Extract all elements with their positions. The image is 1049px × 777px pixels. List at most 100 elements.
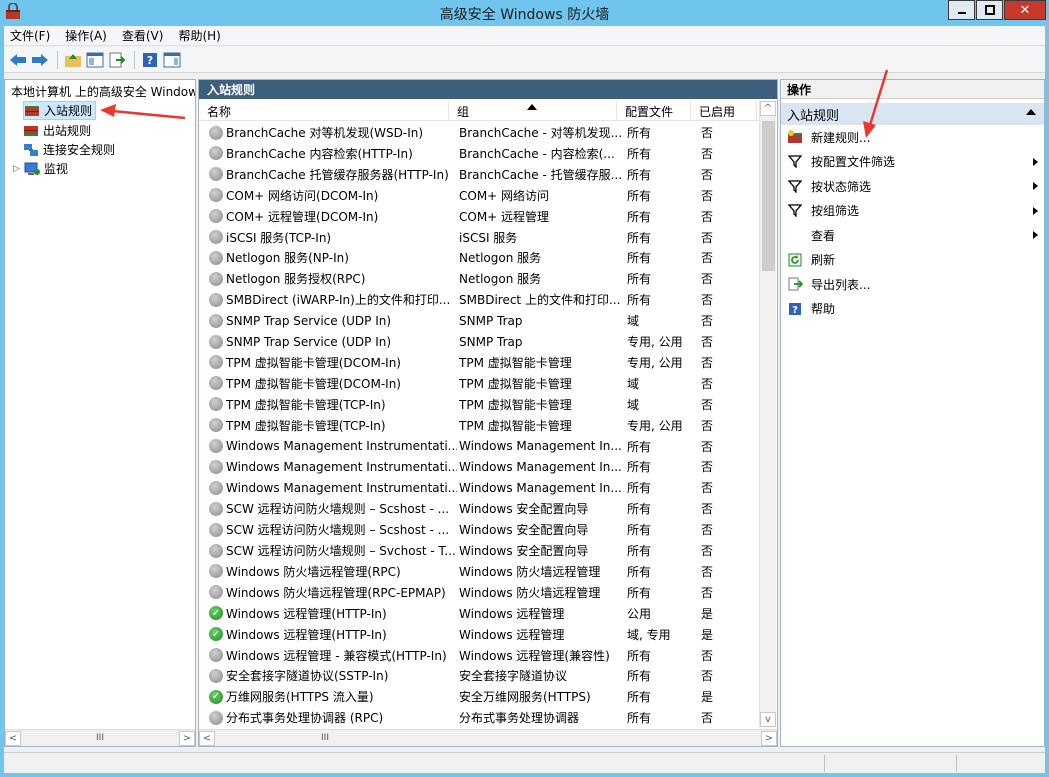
rule-name-cell: ✓ Windows 远程管理(HTTP-In) <box>209 624 457 645</box>
show-hide-action-pane-button[interactable] <box>162 50 182 70</box>
minimize-button[interactable] <box>948 0 975 20</box>
list-horizontal-scrollbar[interactable]: < III > <box>199 729 777 746</box>
tree-horizontal-scrollbar[interactable]: < III > <box>5 729 195 746</box>
table-row[interactable]: SNMP Trap Service (UDP In) SNMP Trap 域 否 <box>199 310 759 331</box>
rule-profile: 所有 <box>627 711 652 726</box>
scroll-thumb[interactable] <box>762 121 775 271</box>
maximize-button[interactable] <box>976 0 1003 20</box>
rule-name-cell: SCW 远程访问防火墙规则 – Scshost - ... <box>209 519 457 540</box>
scroll-left-button[interactable]: < <box>5 730 21 746</box>
table-row[interactable]: Windows Management Instrumentati... Windo… <box>199 436 759 457</box>
table-row[interactable]: Windows Management Instrumentati... Windo… <box>199 477 759 498</box>
menu-help[interactable]: 帮助(H) <box>178 27 220 44</box>
export-icon <box>109 52 126 67</box>
rule-enabled: 否 <box>701 439 714 454</box>
table-row[interactable]: SNMP Trap Service (UDP In) SNMP Trap 专用, 公… <box>199 331 759 352</box>
table-row[interactable]: BranchCache 对等机发现(WSD-In) BranchCache - 对… <box>199 122 759 143</box>
scroll-right-button[interactable]: > <box>761 730 777 746</box>
rule-group: Windows 远程管理(兼容性) <box>459 648 610 663</box>
table-row[interactable]: Windows Management Instrumentati... Windo… <box>199 456 759 477</box>
back-button[interactable] <box>8 50 28 70</box>
scroll-thumb[interactable]: III <box>21 733 179 743</box>
scroll-right-button[interactable]: > <box>179 730 195 746</box>
table-row[interactable]: iSCSI 服务(TCP-In) iSCSI 服务 所有 否 <box>199 227 759 248</box>
menu-action[interactable]: 操作(A) <box>65 27 107 44</box>
action-item[interactable]: 按状态筛选 <box>781 174 1044 199</box>
column-header-group[interactable]: 组 <box>449 101 617 121</box>
table-row[interactable]: SCW 远程访问防火墙规则 – Scshost - ... Windows 安全配… <box>199 519 759 540</box>
scroll-thumb[interactable]: III <box>215 733 435 743</box>
collapse-icon[interactable] <box>1026 109 1036 115</box>
show-hide-tree-button[interactable] <box>85 50 105 70</box>
action-item[interactable]: 按组筛选 <box>781 199 1044 224</box>
rule-name: iSCSI 服务(TCP-In) <box>226 230 332 245</box>
table-row[interactable]: Netlogon 服务授权(RPC) Netlogon 服务 所有 否 <box>199 268 759 289</box>
table-row[interactable]: SCW 远程访问防火墙规则 – Svchost - T... Windows 安全… <box>199 540 759 561</box>
tree-item-outbound-rules[interactable]: 出站规则 <box>23 121 91 140</box>
menu-view[interactable]: 查看(V) <box>122 27 164 44</box>
tree-item-connection-security-rules[interactable]: 连接安全规则 <box>23 140 115 159</box>
tree-root-label: 本地计算机 上的高级安全 Windows 防火墙 <box>11 85 195 99</box>
rule-name: Windows 防火墙远程管理(RPC) <box>226 564 401 579</box>
help-button[interactable]: ? <box>140 50 160 70</box>
rule-profile: 所有 <box>627 251 652 266</box>
svg-text:?: ? <box>147 54 153 67</box>
table-row[interactable]: Windows 防火墙远程管理(RPC) Windows 防火墙远程管理 所有 否 <box>199 561 759 582</box>
table-row[interactable]: TPM 虚拟智能卡管理(DCOM-In) TPM 虚拟智能卡管理 域 否 <box>199 373 759 394</box>
up-folder-button[interactable] <box>63 50 83 70</box>
rule-profile: 专用, 公用 <box>627 355 683 370</box>
enabled-check-icon: ✓ <box>209 627 223 642</box>
scroll-down-button[interactable]: v <box>760 712 776 727</box>
forward-button[interactable] <box>30 50 50 70</box>
list-vertical-scrollbar[interactable]: ^ v <box>759 101 776 727</box>
table-row[interactable]: BranchCache 托管缓存服务器(HTTP-In) BranchCache … <box>199 164 759 185</box>
column-header-name[interactable]: 名称 <box>199 101 449 121</box>
action-item[interactable]: 刷新 <box>781 248 1044 273</box>
action-item[interactable]: ? 帮助 <box>781 297 1044 322</box>
column-header-profile[interactable]: 配置文件 <box>617 101 691 121</box>
rule-name-cell: TPM 虚拟智能卡管理(DCOM-In) <box>209 373 457 394</box>
rule-name: BranchCache 对等机发现(WSD-In) <box>226 126 424 140</box>
table-row[interactable]: TPM 虚拟智能卡管理(TCP-In) TPM 虚拟智能卡管理 域 否 <box>199 394 759 415</box>
disabled-rule-icon <box>209 376 223 391</box>
table-row[interactable]: ✓ Windows 远程管理(HTTP-In) Windows 远程管理 域, 专用是 <box>199 624 759 645</box>
table-row[interactable]: Netlogon 服务(NP-In) Netlogon 服务 所有 否 <box>199 247 759 268</box>
tree-root[interactable]: 本地计算机 上的高级安全 Windows 防火墙 <box>7 82 195 101</box>
rule-name: Windows Management Instrumentati... <box>226 439 457 453</box>
column-header-enabled[interactable]: 已启用 <box>691 101 757 121</box>
close-button[interactable]: ✕ <box>1004 0 1046 20</box>
table-row[interactable]: BranchCache 内容检索(HTTP-In) BranchCache - 内… <box>199 143 759 164</box>
table-row[interactable]: SMBDirect (iWARP-In)上的文件和打印... SMBDirect … <box>199 289 759 310</box>
filter-icon <box>787 179 803 193</box>
rule-profile: 所有 <box>627 230 652 245</box>
table-row[interactable]: COM+ 网络访问(DCOM-In) COM+ 网络访问 所有 否 <box>199 185 759 206</box>
action-item[interactable]: 新建规则... <box>781 125 1044 150</box>
title-bar[interactable]: 高级安全 Windows 防火墙 ✕ <box>0 0 1049 26</box>
table-row[interactable]: 安全套接字隧道协议(SSTP-In) 安全套接字隧道协议 所有 否 <box>199 665 759 686</box>
menu-bar: 文件(F) 操作(A) 查看(V) 帮助(H) <box>4 26 1045 46</box>
table-row[interactable]: Windows 远程管理 - 兼容模式(HTTP-In) Windows 远程管理… <box>199 645 759 666</box>
action-label: 导出列表... <box>811 277 871 292</box>
table-row[interactable]: TPM 虚拟智能卡管理(TCP-In) TPM 虚拟智能卡管理 专用, 公用 否 <box>199 415 759 436</box>
rule-name: SMBDirect (iWARP-In)上的文件和打印... <box>226 293 451 308</box>
action-item[interactable]: 导出列表... <box>781 272 1044 297</box>
table-row[interactable]: TPM 虚拟智能卡管理(DCOM-In) TPM 虚拟智能卡管理 专用, 公用 否 <box>199 352 759 373</box>
tree-item-monitoring[interactable]: ▷ 监视 <box>13 159 68 178</box>
tree-item-label: 出站规则 <box>43 124 92 138</box>
export-list-button[interactable] <box>107 50 127 70</box>
actions-section-header[interactable]: 入站规则 <box>781 103 1044 125</box>
table-row[interactable]: SCW 远程访问防火墙规则 – Scshost - ... Windows 安全配… <box>199 498 759 519</box>
table-row[interactable]: Windows 防火墙远程管理(RPC-EPMAP) Windows 防火墙远程管… <box>199 582 759 603</box>
table-row[interactable]: ✓ Windows 远程管理(HTTP-In) Windows 远程管理 公用是 <box>199 603 759 624</box>
menu-file[interactable]: 文件(F) <box>10 27 50 44</box>
expand-arrow-icon[interactable]: ▷ <box>13 164 20 174</box>
action-item[interactable]: 按配置文件筛选 <box>781 150 1044 175</box>
scroll-up-button[interactable]: ^ <box>760 101 776 116</box>
table-row[interactable]: ✓ 万维网服务(HTTPS 流入量) 安全万维网服务(HTTPS) 所有是 <box>199 686 759 707</box>
table-row[interactable]: COM+ 远程管理(DCOM-In) COM+ 远程管理 所有 否 <box>199 206 759 227</box>
tree-item-inbound-rules[interactable]: 入站规则 <box>23 101 97 120</box>
rule-profile: 所有 <box>627 523 652 538</box>
action-item[interactable]: 查看 <box>781 223 1044 248</box>
table-row[interactable]: 分布式事务处理协调器 (RPC) 分布式事务处理协调器 所有 否 <box>199 707 759 728</box>
scroll-left-button[interactable]: < <box>199 730 215 746</box>
